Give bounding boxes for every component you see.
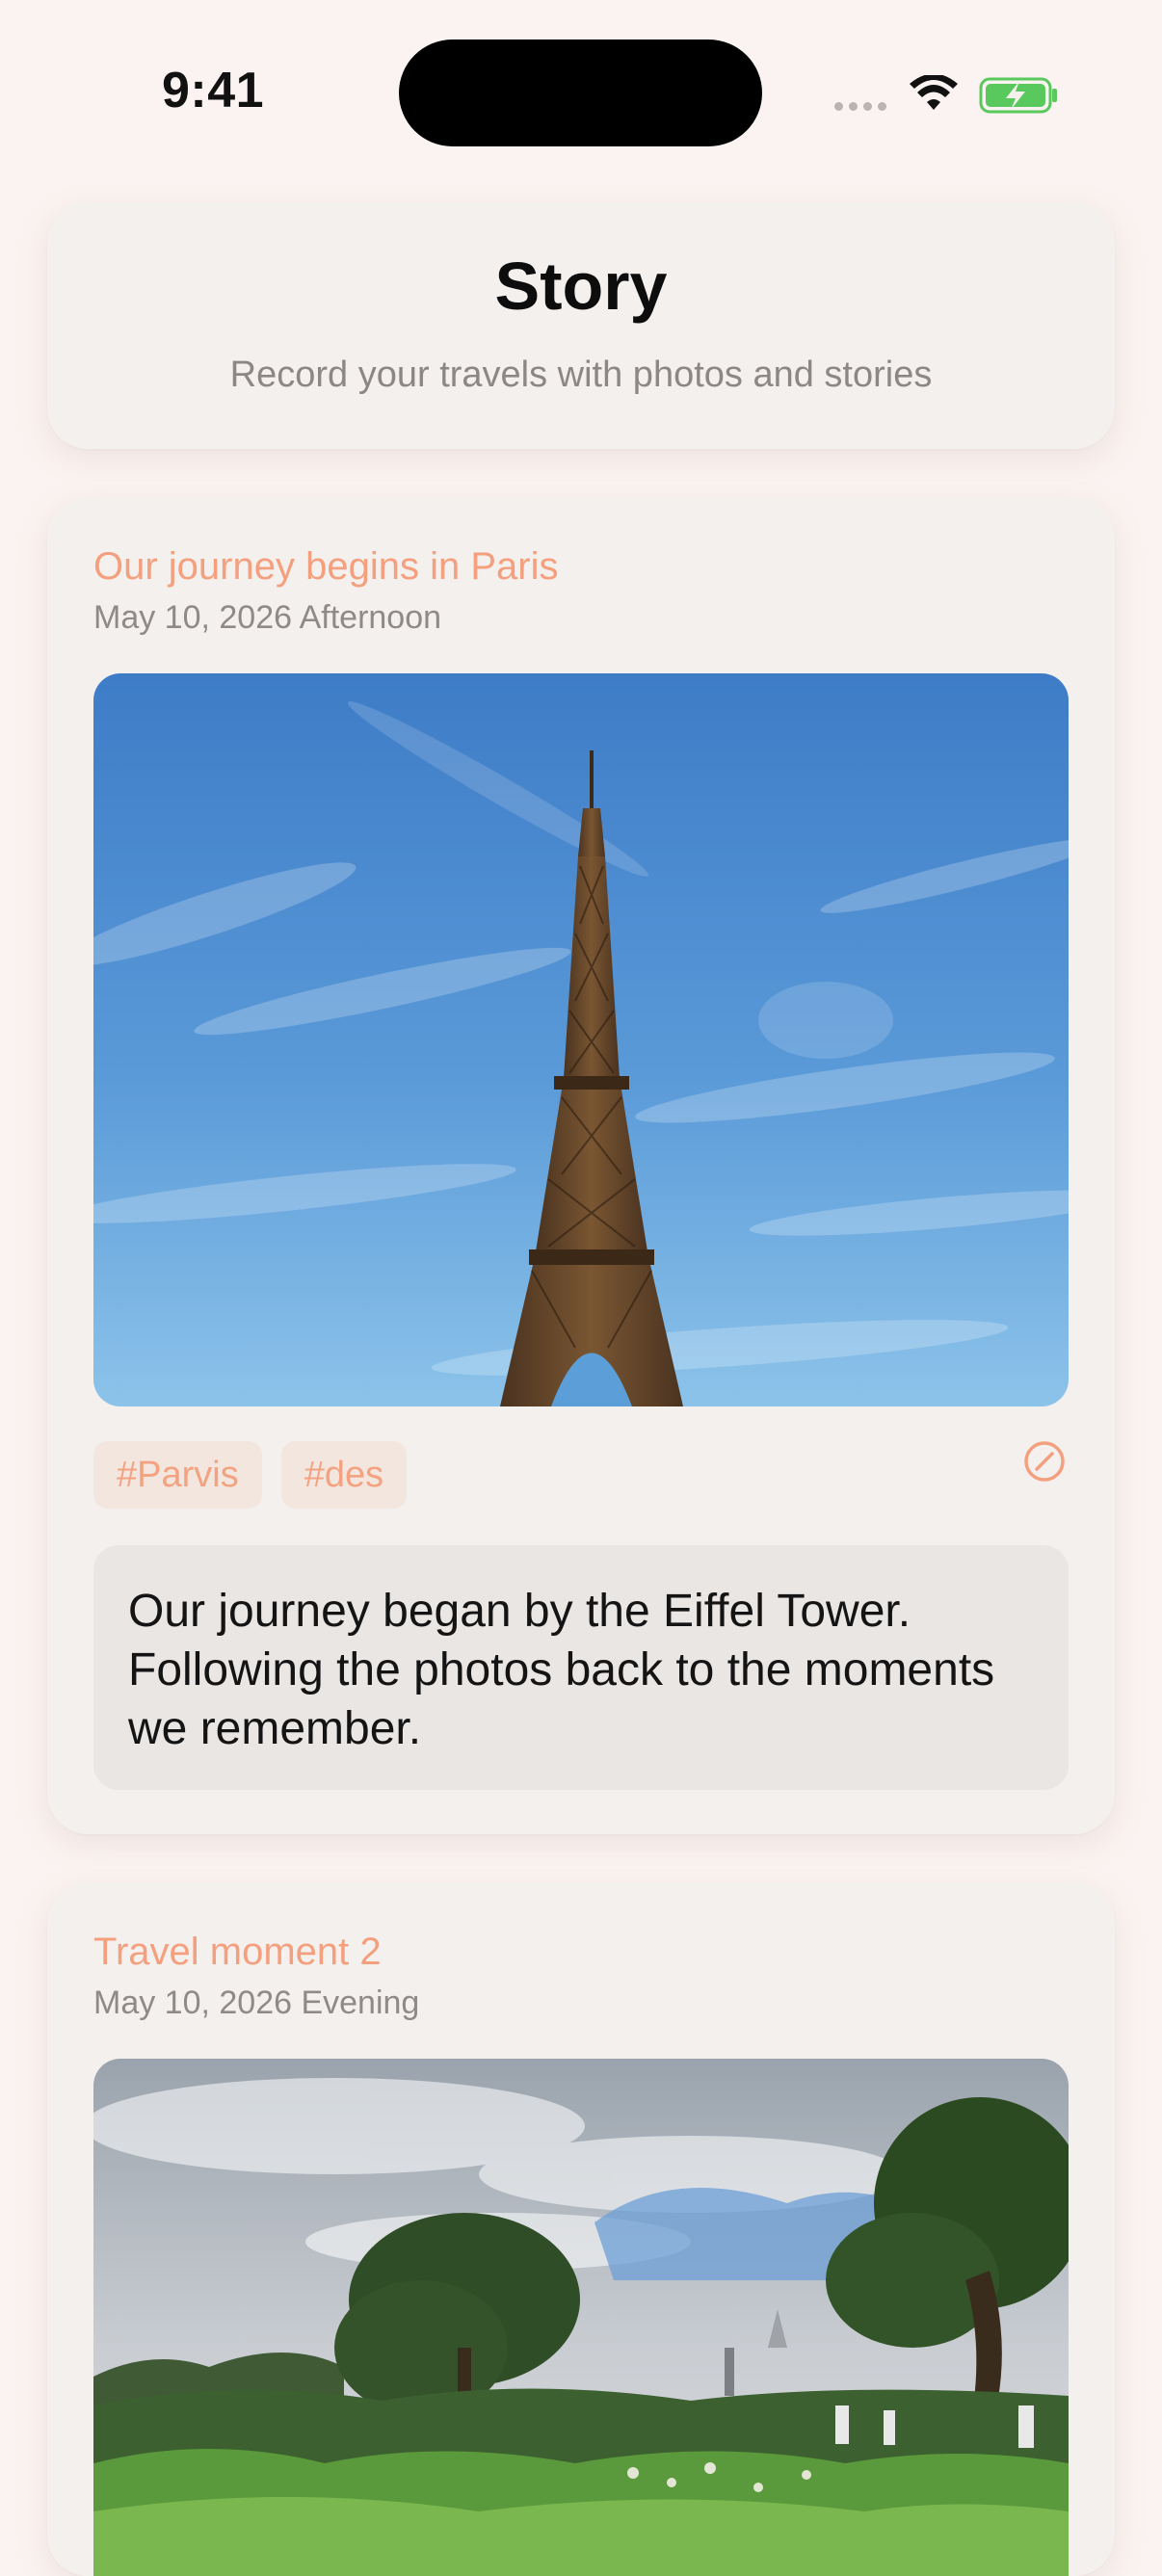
dynamic-island <box>399 39 762 146</box>
story-date: May 10, 2026 Evening <box>93 1985 420 2021</box>
story-title: Our journey begins in Paris <box>93 545 559 588</box>
status-time: 9:41 <box>162 63 265 118</box>
edit-icon[interactable] <box>1022 1439 1067 1484</box>
story-photo[interactable] <box>93 673 1069 1406</box>
story-text: Our journey began by the Eiffel Tower. F… <box>128 1586 995 1754</box>
wifi-icon <box>910 75 958 110</box>
page-title: Story <box>494 249 668 324</box>
tag-chip[interactable]: #des <box>280 1441 408 1509</box>
story-photo[interactable] <box>93 2059 1069 2576</box>
tag-list: #Parvis #des <box>93 1441 408 1509</box>
story-title: Travel moment 2 <box>93 1931 382 1973</box>
story-card[interactable]: Travel moment 2 May 10, 2026 Evening <box>47 1882 1115 2576</box>
page-subtitle: Record your travels with photos and stor… <box>229 355 933 395</box>
story-card[interactable]: Our journey begins in Paris May 10, 2026… <box>47 497 1115 1834</box>
battery-charging-icon <box>979 77 1057 114</box>
story-date: May 10, 2026 Afternoon <box>93 599 442 636</box>
story-text-box[interactable]: Our journey began by the Eiffel Tower. F… <box>93 1545 1069 1790</box>
tag-chip[interactable]: #Parvis <box>93 1441 262 1509</box>
cellular-signal-icon <box>834 102 888 112</box>
header-card: Story Record your travels with photos an… <box>47 202 1115 449</box>
